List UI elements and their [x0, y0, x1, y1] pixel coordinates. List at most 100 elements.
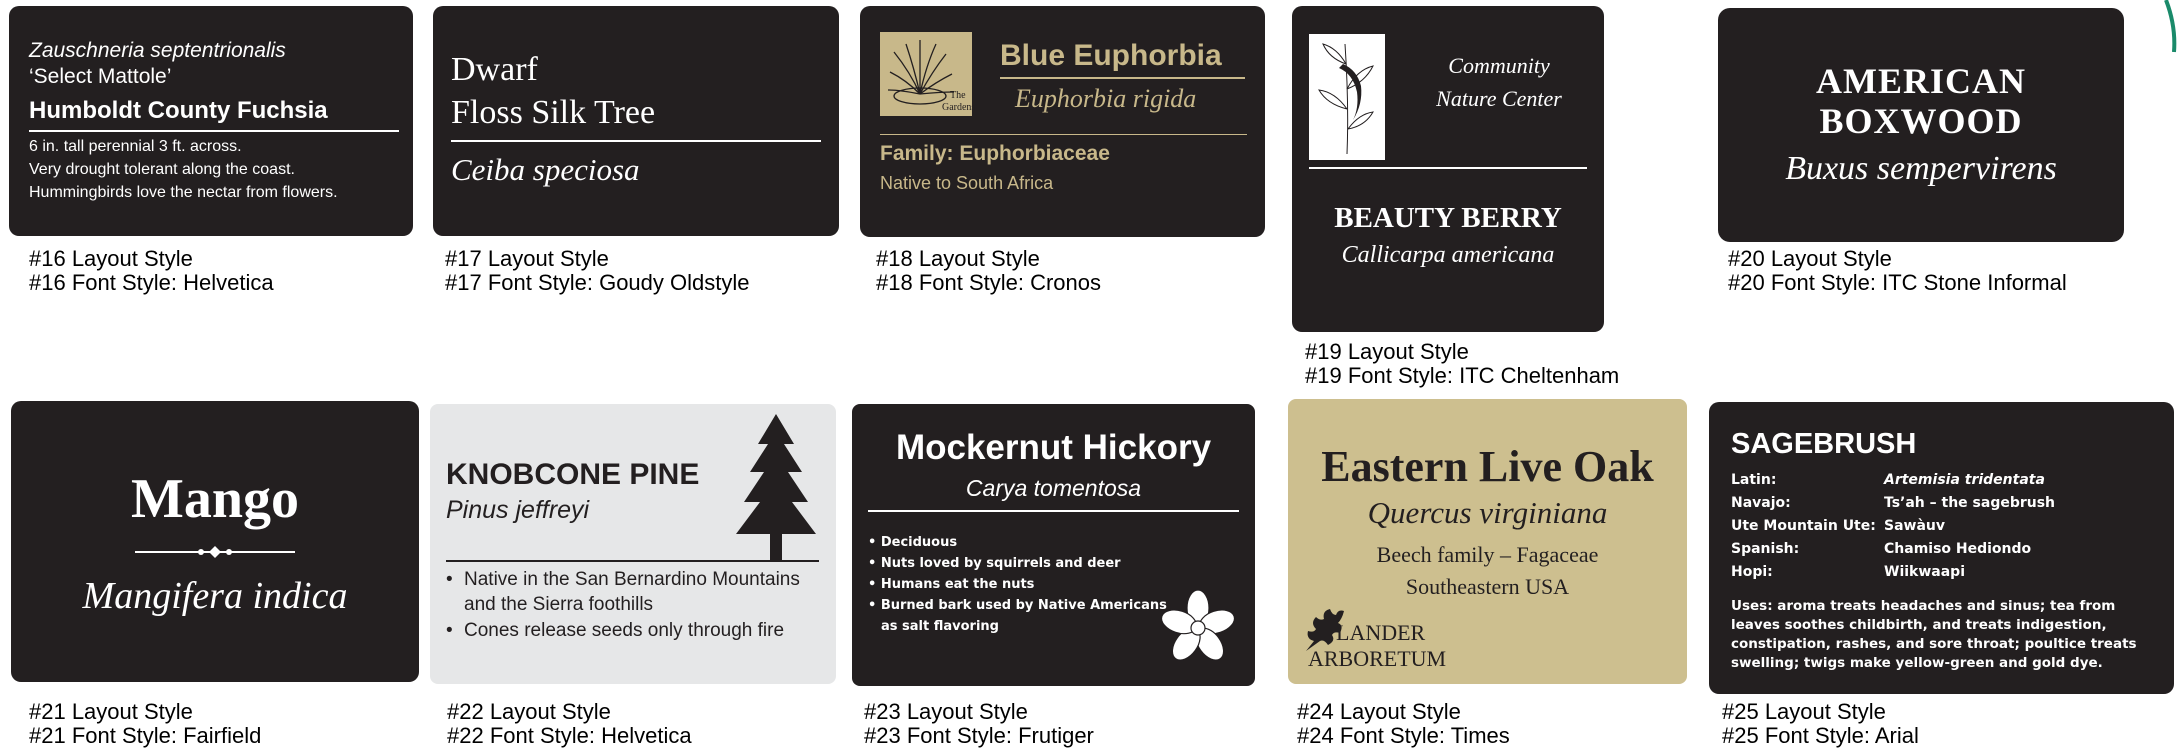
- sign-17-scientific-name: Ceiba speciosa: [451, 152, 640, 187]
- sign-25-row-value-spanish: Chamiso Hediondo: [1884, 541, 2032, 557]
- sign-23-bullet-3-text: Humans eat the nuts: [880, 577, 1035, 592]
- sign-18-common-name: Blue Euphorbia: [1000, 39, 1222, 72]
- sign-22-bullet-2: Cones release seeds only through fire: [464, 620, 785, 641]
- caption-23-layout: #23 Layout Style: [864, 699, 1028, 724]
- sign-22-scientific-name: Pinus jeffreyi: [446, 496, 590, 524]
- sign-19: Community Nature Center BEAUTY BERRY Cal…: [1292, 6, 1604, 332]
- flower-icon: [1160, 589, 1236, 661]
- sign-22: KNOBCONE PINE Pinus jeffreyi • Native in…: [430, 404, 836, 684]
- sign-18-divider-1: [1000, 77, 1245, 79]
- sign-19-divider: [1309, 167, 1587, 169]
- sign-25-row-label-hopi: Hopi:: [1731, 564, 1773, 580]
- sign-23-common-name: Mockernut Hickory: [895, 428, 1212, 467]
- sign-23-bullet-2-text: Nuts loved by squirrels and deer: [880, 556, 1121, 571]
- sign-18-native: Native to South Africa: [880, 173, 1054, 193]
- sign-23-bullet-4-cont: as salt flavoring: [881, 619, 999, 634]
- caption-24: #24 Layout Style #24 Font Style: Times: [1297, 700, 1510, 748]
- caption-23: #23 Layout Style #23 Font Style: Frutige…: [864, 700, 1094, 748]
- caption-21: #21 Layout Style #21 Font Style: Fairfie…: [29, 700, 261, 748]
- sign-20: AMERICAN BOXWOOD Buxus sempervirens: [1718, 8, 2124, 242]
- sign-25-title: SAGEBRUSH: [1731, 428, 1917, 460]
- sign-22-bullet-2-marker: •: [446, 620, 453, 641]
- caption-18-layout: #18 Layout Style: [876, 246, 1040, 271]
- sign-22-bullet-1-line-2: and the Sierra foothills: [464, 594, 654, 615]
- caption-19: #19 Layout Style #19 Font Style: ITC Che…: [1305, 340, 1619, 388]
- sign-16-cultivar: ‘Select Mattole’: [29, 65, 172, 88]
- sign-19-org-name-1: Community: [1448, 53, 1550, 78]
- sign-19-logo: [1309, 34, 1385, 160]
- caption-17-font: #17 Font Style: Goudy Oldstyle: [445, 270, 750, 295]
- sign-25-row-label-latin: Latin:: [1731, 472, 1777, 488]
- sign-25: SAGEBRUSH Latin: Artemisia tridentata Na…: [1709, 402, 2174, 694]
- sign-25-row-value-navajo: Ts’ah – the sagebrush: [1884, 495, 2056, 511]
- sign-22-bullet-1-marker: •: [446, 569, 453, 590]
- sign-24: Eastern Live Oak Quercus virginiana Beec…: [1288, 399, 1687, 684]
- caption-25: #25 Layout Style #25 Font Style: Arial: [1722, 700, 1919, 748]
- sign-23-bullet-1-text: Deciduous: [880, 535, 958, 550]
- sign-24-org-name-1: LANDER: [1336, 620, 1426, 645]
- sign-25-uses-1: Uses: aroma treats headaches and sinus; …: [1731, 598, 2116, 614]
- sign-21: Mango Mangifera indica: [11, 401, 419, 682]
- sign-19-org-name-2: Nature Center: [1436, 86, 1562, 111]
- sign-17-divider: [451, 140, 821, 142]
- sign-18-logo-text-1: The: [950, 90, 966, 101]
- sign-16-divider: [29, 130, 399, 132]
- caption-17-layout: #17 Layout Style: [445, 246, 609, 271]
- sign-16-scientific-name: Zauschneria septentrionalis: [29, 39, 286, 62]
- caption-18: #18 Layout Style #18 Font Style: Cronos: [876, 247, 1101, 295]
- caption-20-font: #20 Font Style: ITC Stone Informal: [1728, 270, 2067, 295]
- sign-24-common-name: Eastern Live Oak: [1321, 442, 1654, 491]
- sign-16-desc-1: 6 in. tall perennial 3 ft. across.: [29, 138, 242, 155]
- sign-23-bullet-4-text: Burned bark used by Native Americans: [880, 598, 1167, 613]
- caption-22-font: #22 Font Style: Helvetica: [447, 723, 692, 748]
- caption-24-layout: #24 Layout Style: [1297, 699, 1461, 724]
- caption-16-font: #16 Font Style: Helvetica: [29, 270, 274, 295]
- sign-19-scientific-name: Callicarpa americana: [1341, 242, 1555, 268]
- sign-24-scientific-name: Quercus virginiana: [1367, 495, 1608, 530]
- sign-25-uses-4: swelling; twigs make yellow-green and go…: [1731, 655, 2103, 671]
- sign-22-common-name: KNOBCONE PINE: [446, 458, 700, 491]
- sign-25-row-label-ute: Ute Mountain Ute:: [1731, 518, 1876, 534]
- caption-21-font: #21 Font Style: Fairfield: [29, 723, 262, 748]
- sign-22-divider: [446, 560, 819, 562]
- caption-24-font: #24 Font Style: Times: [1297, 723, 1510, 748]
- sign-18-logo: The Gardens: [880, 32, 976, 116]
- sign-25-row-value-latin: Artemisia tridentata: [1884, 472, 2045, 488]
- sign-16: Zauschneria septentrionalis ‘Select Matt…: [9, 6, 413, 236]
- caption-16: #16 Layout Style #16 Font Style: Helveti…: [29, 247, 274, 295]
- sign-18: The Gardens Blue Euphorbia Euphorbia rig…: [860, 6, 1265, 237]
- sign-24-family: Beech family – Fagaceae: [1376, 542, 1599, 567]
- sign-23-bullet-3: • Humans eat the nuts: [868, 577, 1035, 592]
- sign-16-common-name: Humboldt County Fuchsia: [29, 97, 328, 124]
- sign-17-common-name-2: Floss Silk Tree: [451, 94, 656, 131]
- caption-20: #20 Layout Style #20 Font Style: ITC Sto…: [1728, 247, 2067, 295]
- sign-18-scientific-name: Euphorbia rigida: [1015, 84, 1197, 113]
- sign-16-desc-3: Hummingbirds love the nectar from flower…: [29, 184, 338, 201]
- sign-16-desc-2: Very drought tolerant along the coast.: [29, 161, 295, 178]
- caption-22: #22 Layout Style #22 Font Style: Helveti…: [447, 700, 692, 748]
- sign-24-region: Southeastern USA: [1405, 574, 1570, 599]
- pine-tree-icon: [736, 414, 816, 560]
- sign-20-common-name-2: BOXWOOD: [1819, 101, 2023, 141]
- sign-25-row-value-ute: Sawàuv: [1884, 518, 1946, 534]
- sign-18-logo-text-2: Gardens: [942, 102, 976, 113]
- sign-19-common-name: BEAUTY BERRY: [1334, 202, 1562, 234]
- caption-19-font: #19 Font Style: ITC Cheltenham: [1305, 363, 1620, 388]
- sign-21-scientific-name: Mangifera indica: [82, 575, 348, 617]
- plant-lizard-icon: [1318, 43, 1374, 155]
- caption-23-font: #23 Font Style: Frutiger: [864, 723, 1094, 748]
- sign-23-bullet-1: • Deciduous: [868, 535, 958, 550]
- caption-22-layout: #22 Layout Style: [447, 699, 611, 724]
- sign-18-family: Family: Euphorbiaceae: [880, 142, 1110, 165]
- caption-18-font: #18 Font Style: Cronos: [876, 270, 1102, 295]
- sign-20-scientific-name: Buxus sempervirens: [1785, 150, 2057, 187]
- green-arc-decoration: [2164, 0, 2177, 53]
- sign-25-row-value-hopi: Wiikwaapi: [1884, 564, 1965, 580]
- caption-21-layout: #21 Layout Style: [29, 699, 193, 724]
- sign-17: Dwarf Floss Silk Tree Ceiba speciosa: [433, 6, 839, 236]
- caption-19-layout: #19 Layout Style: [1305, 339, 1469, 364]
- sign-25-uses-3: constipation, rashes, and sore throat; p…: [1731, 636, 2137, 652]
- sign-23-divider: [868, 510, 1239, 512]
- sign-21-common-name: Mango: [131, 468, 299, 530]
- sign-25-uses-2: leaves soothes childbirth, and treats in…: [1731, 617, 2107, 633]
